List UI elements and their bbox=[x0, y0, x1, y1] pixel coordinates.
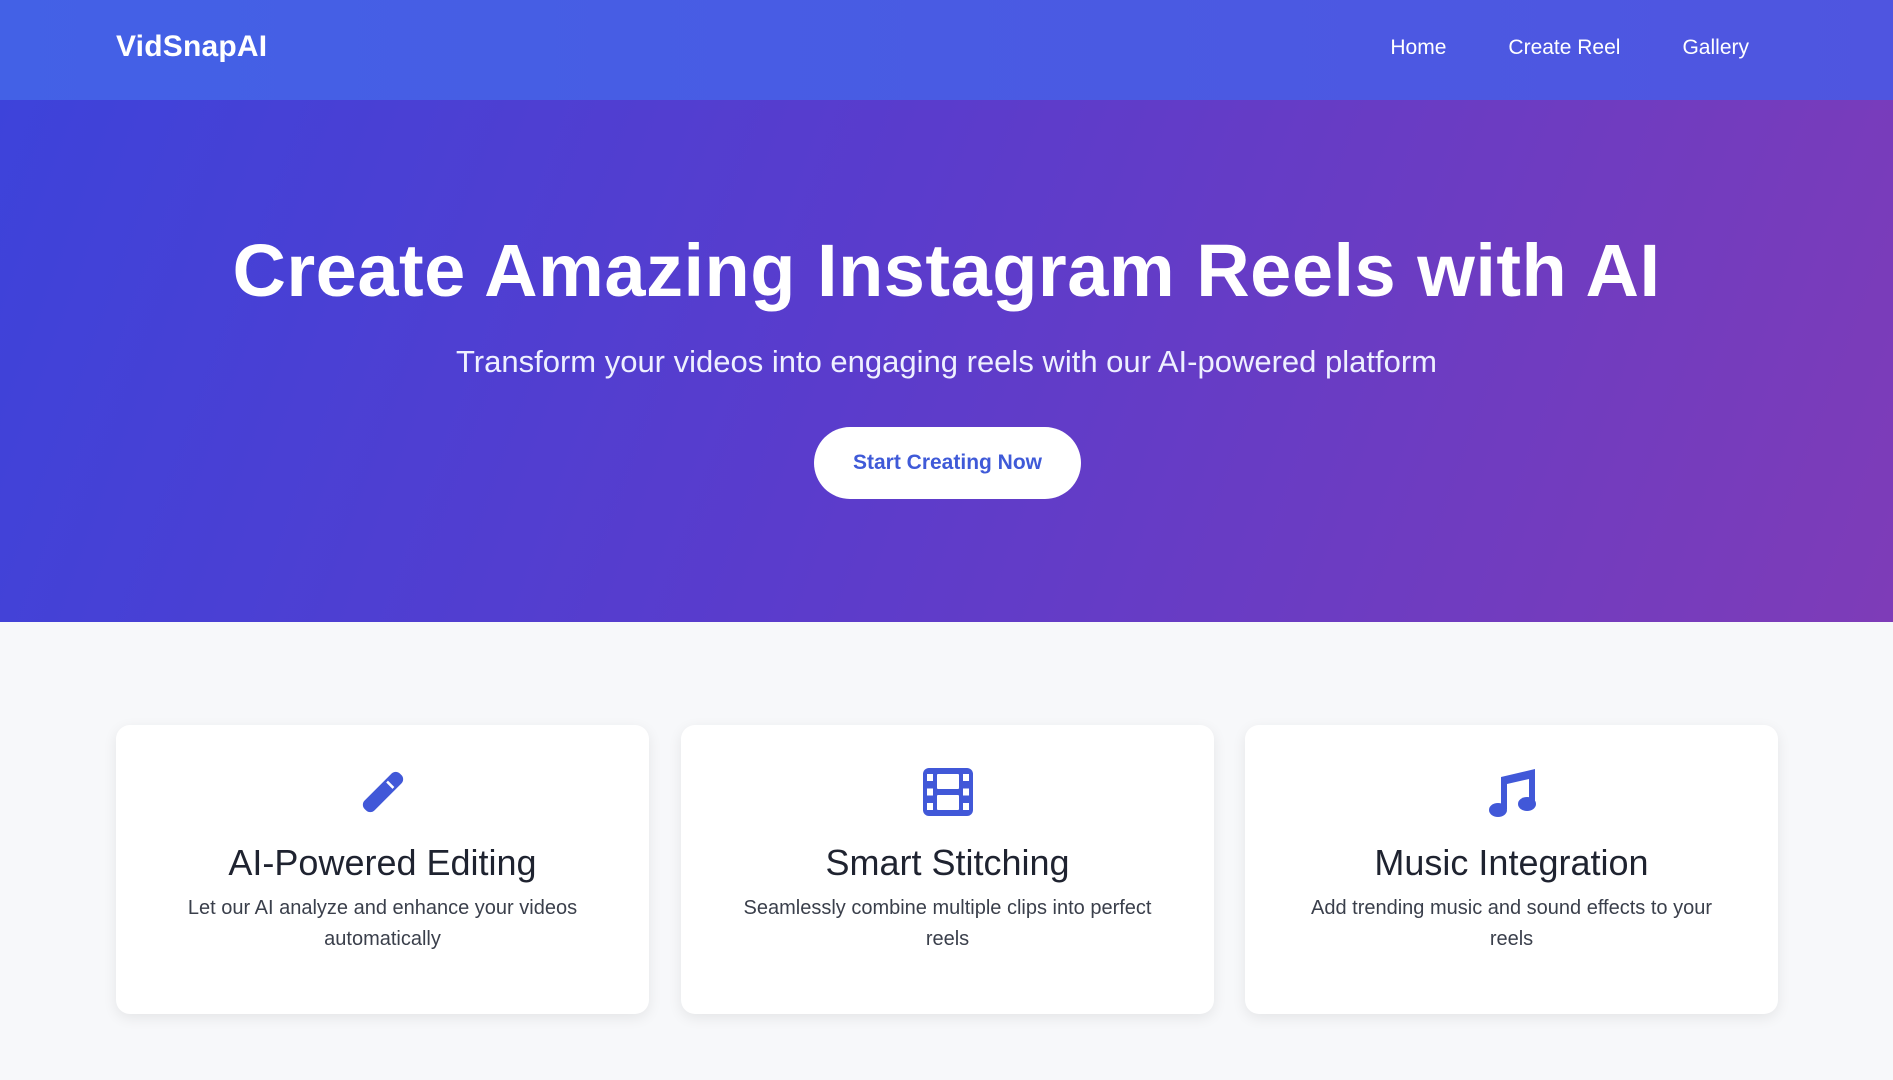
navbar: VidSnapAI Home Create Reel Gallery bbox=[0, 0, 1893, 100]
nav-link-create-reel[interactable]: Create Reel bbox=[1508, 36, 1620, 60]
start-creating-button[interactable]: Start Creating Now bbox=[814, 427, 1081, 499]
feature-description: Add trending music and sound effects to … bbox=[1311, 897, 1712, 950]
brand-logo[interactable]: VidSnapAI bbox=[116, 30, 267, 64]
feature-card-music-integration: Music Integration Add trending music and… bbox=[1245, 725, 1778, 1014]
feature-description: Seamlessly combine multiple clips into p… bbox=[743, 897, 1152, 950]
music-note-icon bbox=[1489, 769, 1536, 817]
feature-card-ai-editing: AI-Powered Editing Let our AI analyze an… bbox=[116, 725, 649, 1014]
nav-link-gallery[interactable]: Gallery bbox=[1682, 36, 1749, 60]
feature-title: Music Integration bbox=[1374, 842, 1649, 883]
feature-title: AI-Powered Editing bbox=[228, 842, 537, 883]
nav-links: Home Create Reel Gallery bbox=[1390, 36, 1749, 60]
hero-subtitle: Transform your videos into engaging reel… bbox=[456, 344, 1437, 379]
feature-description: Let our AI analyze and enhance your vide… bbox=[187, 897, 578, 950]
hero-title: Create Amazing Instagram Reels with AI bbox=[232, 229, 1661, 312]
film-icon bbox=[923, 768, 973, 816]
features-section: AI-Powered Editing Let our AI analyze an… bbox=[0, 622, 1893, 1080]
feature-title: Smart Stitching bbox=[825, 842, 1070, 883]
feature-card-smart-stitching: Smart Stitching Seamlessly combine multi… bbox=[681, 725, 1214, 1014]
nav-link-home[interactable]: Home bbox=[1390, 36, 1446, 60]
hero-section: Create Amazing Instagram Reels with AI T… bbox=[0, 100, 1893, 622]
magic-wand-icon bbox=[362, 771, 404, 813]
